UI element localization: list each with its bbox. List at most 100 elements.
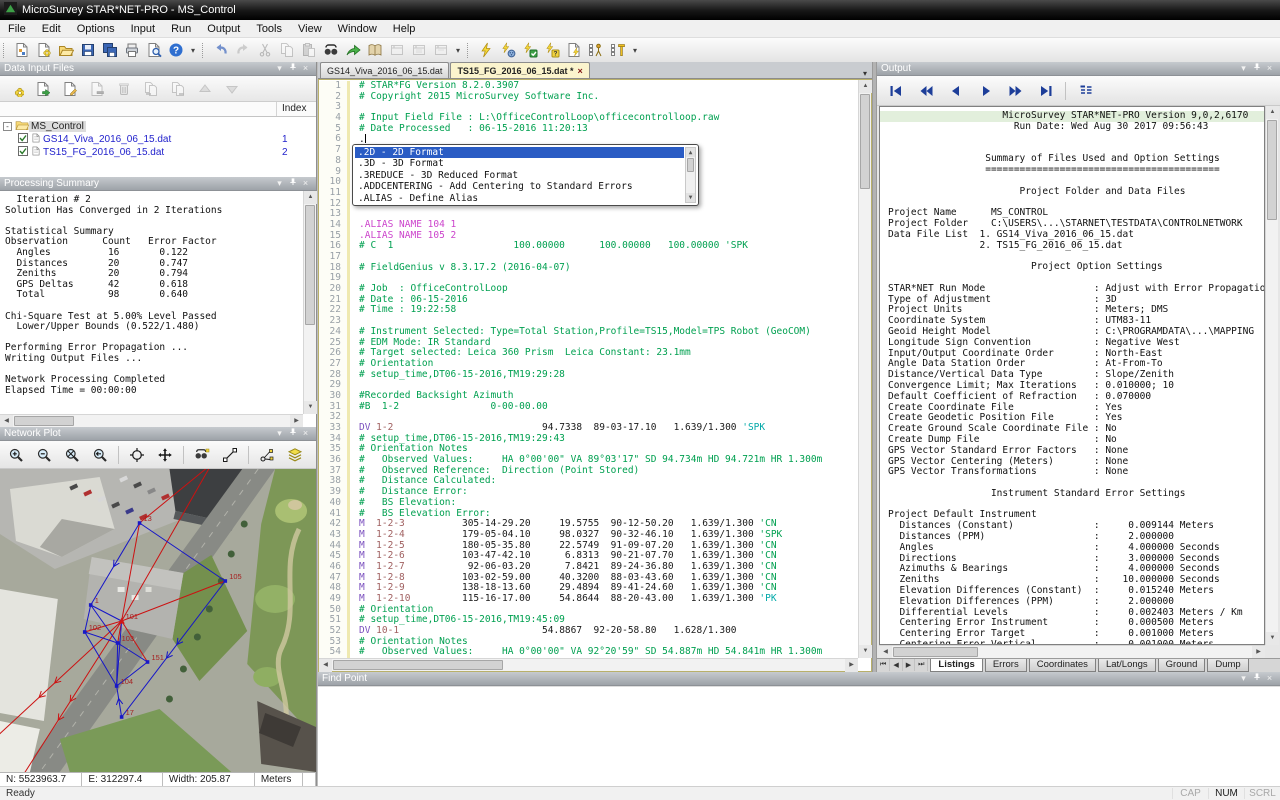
close-icon[interactable]: × [299, 62, 312, 75]
output-tab-latlongs[interactable]: Lat/Longs [1098, 659, 1156, 672]
editor-line[interactable]: 54# Observed Values: HA 0°00'00" VA 92°2… [319, 647, 858, 658]
menu-view[interactable]: View [290, 21, 330, 37]
autocomplete-item[interactable]: .2D - 2D Format [355, 147, 684, 158]
run-preanalysis-icon[interactable] [497, 39, 519, 61]
tab-list-icon[interactable]: ▾ [858, 69, 872, 78]
editor-scrollbar-horizontal[interactable]: ◀▶ [319, 658, 858, 671]
save-all-icon[interactable] [99, 39, 121, 61]
output-tab-listings[interactable]: Listings [930, 659, 982, 672]
panel-menu-icon[interactable]: ▾ [273, 177, 286, 190]
nav-prev-icon[interactable] [942, 78, 969, 103]
data-file-name[interactable]: GS14_Viva_2016_06_15.dat [41, 134, 173, 145]
menu-tools[interactable]: Tools [248, 21, 290, 37]
scroll-up-icon[interactable]: ▲ [686, 148, 695, 157]
pin-icon[interactable] [286, 177, 299, 190]
zoom-previous-icon[interactable] [87, 443, 113, 467]
editor-line[interactable]: 16# C 1 100.00000 100.00000 100.00000 'S… [319, 241, 858, 252]
scrollbar-horizontal[interactable]: ◀▶ [0, 414, 303, 427]
run-blunder-icon[interactable]: ? [541, 39, 563, 61]
toolbar-overflow-icon[interactable]: ▾ [452, 46, 464, 55]
instrument-settings-icon[interactable] [585, 39, 607, 61]
menu-help[interactable]: Help [385, 21, 424, 37]
panel-menu-icon[interactable]: ▾ [273, 427, 286, 440]
tab-label[interactable]: GS14_Viva_2016_06_15.dat [327, 66, 442, 76]
menu-file[interactable]: File [0, 21, 34, 37]
open-icon[interactable] [55, 39, 77, 61]
goto-icon[interactable] [342, 39, 364, 61]
book-icon[interactable] [364, 39, 386, 61]
pin-icon[interactable] [286, 62, 299, 75]
toolbar-overflow-icon[interactable]: ▾ [187, 46, 199, 55]
find-point-icon[interactable] [189, 443, 215, 467]
pin-icon[interactable] [286, 427, 299, 440]
network-plot-map[interactable]: 13110510110210315110417 [0, 469, 316, 772]
run-preprocess-icon[interactable] [563, 39, 585, 61]
close-icon[interactable]: × [1263, 672, 1276, 685]
close-icon[interactable]: × [1263, 62, 1276, 75]
menu-window[interactable]: Window [330, 21, 385, 37]
print-icon[interactable] [121, 39, 143, 61]
nav-first-icon[interactable] [882, 78, 909, 103]
run-adjust-icon[interactable] [475, 39, 497, 61]
pin-icon[interactable] [1250, 672, 1263, 685]
editor-line[interactable]: 28# setup_time,DT06-15-2016,TM19:29:28 [319, 370, 858, 381]
autocomplete-item[interactable]: .3REDUCE - 3D Reduced Format [355, 170, 684, 181]
relocate-icon[interactable] [254, 443, 280, 467]
view-file-icon[interactable] [58, 78, 82, 100]
data-file-name[interactable]: TS15_FG_2016_06_15.dat [41, 147, 166, 158]
pan-icon[interactable] [152, 443, 178, 467]
editor-line[interactable]: 22# Time : 19:22:58 [319, 305, 858, 316]
gps-settings-icon[interactable] [607, 39, 629, 61]
editor-tab[interactable]: GS14_Viva_2016_06_15.dat [320, 62, 449, 78]
new-project-icon[interactable] [11, 39, 33, 61]
menu-run[interactable]: Run [163, 21, 199, 37]
output-scrollbar-vertical[interactable]: ▲▼ [1265, 106, 1278, 645]
project-node-label[interactable]: MS_Control [29, 121, 86, 132]
editor-scrollbar-vertical[interactable]: ▲▼ [858, 80, 871, 658]
editor-tab[interactable]: TS15_FG_2016_06_15.dat *× [450, 62, 589, 78]
nav-next-page-icon[interactable] [1002, 78, 1029, 103]
editor-line[interactable]: 2# Copyright 2015 MicroSurvey Software I… [319, 92, 858, 103]
toolbar-overflow-icon[interactable]: ▾ [629, 46, 641, 55]
tab-scroll-last-icon[interactable]: ⏭ [915, 659, 928, 671]
editor-line[interactable]: 31#B 1-2 0-00-00.00 [319, 402, 858, 413]
file-row[interactable]: GS14_Viva_2016_06_15.dat1 [0, 133, 316, 146]
output-tab-errors[interactable]: Errors [985, 659, 1027, 672]
close-icon[interactable]: × [299, 177, 312, 190]
output-tab-coordinates[interactable]: Coordinates [1029, 659, 1096, 672]
nav-prev-page-icon[interactable] [912, 78, 939, 103]
checkbox-checked-icon[interactable] [18, 146, 28, 159]
zoom-out-icon[interactable] [31, 443, 57, 467]
tab-scroll-prev-icon[interactable]: ◀ [890, 659, 902, 671]
new-file-icon[interactable] [33, 39, 55, 61]
toc-icon[interactable] [1072, 78, 1099, 103]
tab-scroll-first-icon[interactable]: ⏮ [877, 659, 890, 671]
layers-icon[interactable] [282, 443, 308, 467]
popup-scrollbar[interactable]: ▲ ▼ [685, 147, 696, 203]
editor-line[interactable]: 18# FieldGenius v 8.3.17.2 (2016-04-07) [319, 263, 858, 274]
scroll-down-icon[interactable]: ▼ [686, 193, 695, 202]
panel-menu-icon[interactable]: ▾ [273, 62, 286, 75]
zoom-in-icon[interactable] [3, 443, 29, 467]
zoom-extents-icon[interactable] [59, 443, 85, 467]
close-icon[interactable]: × [299, 427, 312, 440]
file-row[interactable]: TS15_FG_2016_06_15.dat2 [0, 146, 316, 159]
panel-menu-icon[interactable]: ▾ [1237, 62, 1250, 75]
save-icon[interactable] [77, 39, 99, 61]
nav-next-icon[interactable] [972, 78, 999, 103]
scrollbar-vertical[interactable]: ▲▼ [303, 191, 316, 414]
panel-menu-icon[interactable]: ▾ [1237, 672, 1250, 685]
help-icon[interactable]: ? [165, 39, 187, 61]
editor-frame[interactable]: 1# STAR*FG Version 8.2.0.39072# Copyrigh… [318, 79, 872, 672]
project-options-icon[interactable] [4, 78, 28, 100]
locate-point-icon[interactable] [124, 443, 150, 467]
find-icon[interactable] [320, 39, 342, 61]
autocomplete-item[interactable]: .ADDCENTERING - Add Centering to Standar… [355, 181, 684, 192]
find-point-body[interactable] [318, 686, 1280, 786]
undo-icon[interactable] [210, 39, 232, 61]
menu-edit[interactable]: Edit [34, 21, 69, 37]
pin-icon[interactable] [1250, 62, 1263, 75]
print-preview-icon[interactable] [143, 39, 165, 61]
add-data-file-icon[interactable] [31, 78, 55, 100]
autocomplete-item[interactable]: .3D - 3D Format [355, 158, 684, 169]
